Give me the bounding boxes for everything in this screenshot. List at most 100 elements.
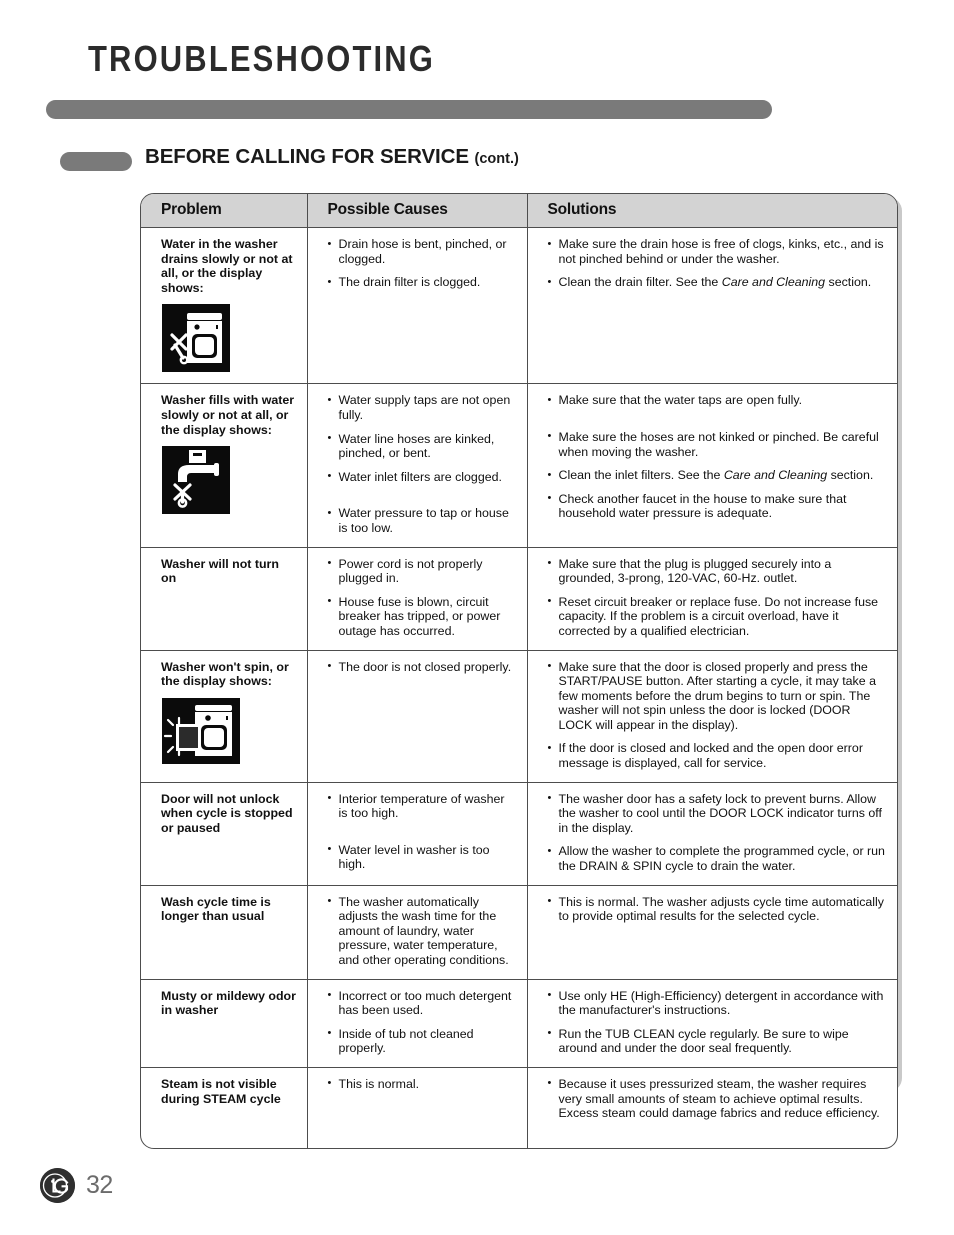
list-item: The washer automatically adjusts the was… [328,894,517,968]
list-item: Make sure the drain hose is free of clog… [548,236,888,266]
washer-door-open-error-icon [162,697,240,764]
table-row: Washer will not turn on Power cord is no… [141,546,897,650]
solutions-cell: This is normal. The washer adjusts cycle… [527,884,897,980]
list-item: Reset circuit breaker or replace fuse. D… [548,594,888,639]
list-item: Water level in washer is too high. [328,842,517,872]
solution-reference: Care and Cleaning [721,275,826,290]
list-item: This is normal. [328,1076,517,1092]
list-item: The door is not closed properly. [328,659,517,675]
causes-cell: Water supply taps are not open fully. Wa… [307,383,528,548]
problem-cell: Wash cycle time is longer than usual [141,884,308,980]
title-underline-bar [46,100,772,119]
list-item: Interior temperature of washer is too hi… [328,791,517,821]
list-item: Water line hoses are kinked, pinched, or… [328,431,517,461]
problem-text: Washer will not turn on [161,556,279,586]
page-footer: 32 [40,1168,113,1203]
problem-text: Water in the washer drains slowly or not… [161,237,293,295]
causes-list: The washer automatically adjusts the was… [328,894,517,968]
table-row: Door will not unlock when cycle is stopp… [141,781,897,886]
problem-text: Wash cycle time is longer than usual [161,894,271,924]
solutions-list: The washer door has a safety lock to pre… [548,791,888,874]
list-item: Inside of tub not cleaned properly. [328,1026,517,1056]
list-item: The washer door has a safety lock to pre… [548,791,888,836]
solutions-cell: Use only HE (High-Efficiency) detergent … [527,978,897,1068]
problem-cell: Washer will not turn on [141,546,308,650]
solutions-cell: Make sure that the door is closed proper… [527,649,897,783]
table-row: Wash cycle time is longer than usual The… [141,884,897,980]
solutions-cell: Make sure that the water taps are open f… [527,383,897,548]
list-item: Water supply taps are not open fully. [328,393,517,422]
causes-cell: This is normal. [307,1066,528,1149]
solution-text-before: Clean the drain filter. See the [558,275,722,290]
section-marker-pill [60,152,132,171]
solution-text-after: section. [825,275,872,290]
list-item: Water inlet filters are clogged. [328,469,517,485]
solution-text-before: Clean the inlet filters. See the [558,468,724,483]
washer-drain-error-icon [162,304,230,373]
table-row: Musty or mildewy odor in washer Incorrec… [141,978,897,1068]
solution-reference: Care and Cleaning [723,468,828,483]
table-row: Washer won't spin, or the display shows: [141,649,897,783]
solutions-list: Make sure that the water taps are open f… [548,393,888,521]
solutions-list: Make sure that the plug is plugged secur… [548,556,888,639]
problem-text: Washer won't spin, or the display shows: [161,659,289,689]
table-row: Steam is not visible during STEAM cycle … [141,1066,897,1149]
problem-text: Musty or mildewy odor in washer [161,988,296,1018]
causes-list: Water supply taps are not open fully. Wa… [328,393,517,535]
problem-cell: Water in the washer drains slowly or not… [141,227,308,384]
problem-cell: Musty or mildewy odor in washer [141,978,308,1068]
causes-cell: Incorrect or too much detergent has been… [307,978,528,1068]
solutions-list: Use only HE (High-Efficiency) detergent … [548,988,888,1056]
causes-cell: Drain hose is bent, pinched, or clogged.… [307,227,528,384]
list-item: The drain filter is clogged. [328,275,517,290]
problem-text: Washer fills with water slowly or not at… [161,393,295,437]
list-item: This is normal. The washer adjusts cycle… [548,894,888,924]
list-item: Allow the washer to complete the program… [548,844,888,873]
causes-list: Power cord is not properly plugged in. H… [328,556,517,639]
list-item: Incorrect or too much detergent has been… [328,988,517,1018]
lg-logo-icon [40,1168,75,1203]
list-item: Run the TUB CLEAN cycle regularly. Be su… [548,1026,888,1056]
causes-list: The door is not closed properly. [328,659,517,675]
solutions-cell: The washer door has a safety lock to pre… [527,781,897,886]
list-item: Make sure that the door is closed proper… [548,659,888,733]
list-item: Make sure that the plug is plugged secur… [548,556,888,586]
solution-text-after: section. [827,468,874,483]
list-item: Drain hose is bent, pinched, or clogged. [328,236,517,266]
list-item: Clean the inlet filters. See the Care an… [548,468,888,483]
section-title-cont: (cont.) [474,151,519,167]
causes-list: This is normal. [328,1076,517,1092]
section-title-text: BEFORE CALLING FOR SERVICE [145,145,469,168]
list-item: If the door is closed and locked and the… [548,741,888,770]
problem-text: Door will not unlock when cycle is stopp… [161,791,293,835]
problem-cell: Washer fills with water slowly or not at… [141,383,308,548]
list-item: Use only HE (High-Efficiency) detergent … [548,988,888,1018]
causes-cell: The washer automatically adjusts the was… [307,884,528,980]
table-header-row: Problem Possible Causes Solutions [141,194,897,228]
solutions-list: Make sure the drain hose is free of clog… [548,236,888,290]
column-header-possible-causes: Possible Causes [307,194,528,228]
column-header-problem: Problem [141,194,308,228]
problem-cell: Door will not unlock when cycle is stopp… [141,781,308,886]
list-item: Water pressure to tap or house is too lo… [328,506,517,535]
causes-cell: Power cord is not properly plugged in. H… [307,546,528,650]
causes-list: Drain hose is bent, pinched, or clogged.… [328,236,517,290]
solutions-list: This is normal. The washer adjusts cycle… [548,894,888,924]
causes-list: Incorrect or too much detergent has been… [328,988,517,1056]
list-item: House fuse is blown, circuit breaker has… [328,594,517,639]
troubleshooting-table-container: Problem Possible Causes Solutions Water … [140,193,898,1150]
problem-cell: Washer won't spin, or the display shows: [141,649,308,783]
causes-list: Interior temperature of washer is too hi… [328,791,517,872]
problem-cell: Steam is not visible during STEAM cycle [141,1066,308,1149]
problem-text: Steam is not visible during STEAM cycle [161,1076,281,1106]
solutions-cell: Because it uses pressurized steam, the w… [527,1066,897,1149]
list-item: Check another faucet in the house to mak… [548,491,888,521]
section-title: BEFORE CALLING FOR SERVICE (cont.) [145,145,519,169]
page-number: 32 [86,1171,113,1199]
list-item: Make sure that the water taps are open f… [548,393,888,408]
list-item: Because it uses pressurized steam, the w… [548,1076,888,1121]
list-item: Clean the drain filter. See the Care and… [548,275,888,290]
table-row: Washer fills with water slowly or not at… [141,383,897,548]
solutions-list: Make sure that the door is closed proper… [548,659,888,771]
solutions-list: Because it uses pressurized steam, the w… [548,1076,888,1121]
